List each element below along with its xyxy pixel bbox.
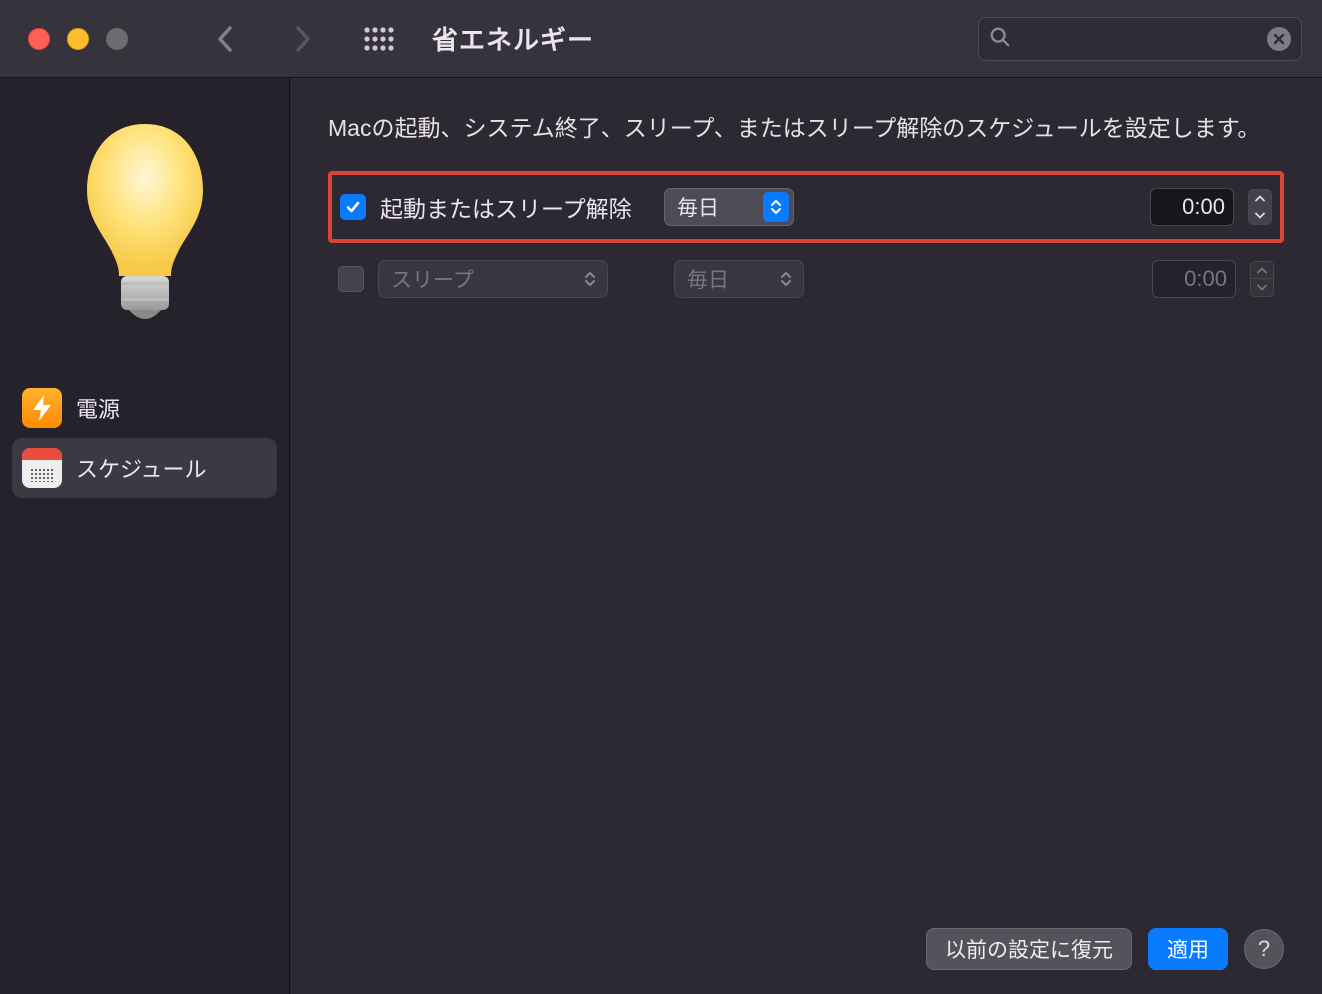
startup-time-stepper[interactable] [1248,189,1272,225]
select-value: 毎日 [687,264,729,294]
x-icon [1273,33,1285,45]
restore-defaults-button[interactable]: 以前の設定に復元 [926,928,1132,970]
sidebar-item-schedule[interactable]: スケジュール [12,438,277,498]
startup-frequency-select[interactable]: 毎日 [664,188,794,226]
stepper-down-button[interactable] [1249,206,1271,224]
clear-search-button[interactable] [1267,27,1291,51]
sleep-action-select[interactable]: スリープ [378,260,608,298]
toolbar: 省エネルギー [0,0,1322,78]
window-controls [28,28,128,50]
stepper-up-button[interactable] [1251,262,1273,279]
stepper-up-button[interactable] [1249,190,1271,207]
search-icon [989,26,1011,52]
grid-icon [364,27,398,51]
apply-button[interactable]: 適用 [1148,928,1228,970]
sleep-checkbox[interactable] [338,266,364,292]
time-value: 0:00 [1182,194,1225,220]
sidebar: 電源 スケジュール [0,78,290,994]
select-caret-icon [763,192,789,222]
bolt-icon [22,388,62,428]
chevron-down-icon [1257,284,1267,291]
chevron-down-icon [1255,212,1265,219]
sleep-time-field[interactable]: 0:00 [1152,260,1236,298]
close-window-button[interactable] [28,28,50,50]
page-title: 省エネルギー [432,20,978,57]
select-value: スリープ [391,264,474,294]
chevron-up-icon [1257,267,1267,274]
zoom-window-button[interactable] [106,28,128,50]
pane-icon [0,88,289,368]
stepper-down-button[interactable] [1251,278,1273,296]
chevron-left-icon [216,24,236,54]
schedule-row-sleep: スリープ 毎日 0:00 [328,243,1284,315]
forward-button[interactable] [284,21,320,57]
select-caret-icon [773,264,799,294]
main-panel: Macの起動、システム終了、スリープ、またはスリープ解除のスケジュールを設定しま… [290,78,1322,994]
startup-label: 起動またはスリープ解除 [380,190,650,224]
check-icon [345,199,361,215]
search-field[interactable] [978,17,1302,61]
time-value: 0:00 [1184,266,1227,292]
startup-time-field[interactable]: 0:00 [1150,188,1234,226]
schedule-row-startup: 起動またはスリープ解除 毎日 0:00 [328,171,1284,243]
calendar-icon [22,448,62,488]
back-button[interactable] [208,21,244,57]
sleep-frequency-select[interactable]: 毎日 [674,260,804,298]
sidebar-item-power[interactable]: 電源 [12,378,277,438]
search-input[interactable] [1019,28,1267,49]
select-caret-icon [577,264,603,294]
panel-description: Macの起動、システム終了、スリープ、またはスリープ解除のスケジュールを設定しま… [328,110,1284,147]
show-all-button[interactable] [360,27,402,51]
sleep-time-stepper[interactable] [1250,261,1274,297]
help-button[interactable]: ? [1244,929,1284,969]
lightbulb-icon [75,118,215,338]
select-value: 毎日 [677,192,719,222]
chevron-up-icon [1255,195,1265,202]
startup-checkbox[interactable] [340,194,366,220]
chevron-right-icon [292,24,312,54]
footer-actions: 以前の設定に復元 適用 ? [926,928,1284,970]
sidebar-item-label: スケジュール [76,452,206,484]
sidebar-item-label: 電源 [76,392,120,424]
minimize-window-button[interactable] [67,28,89,50]
